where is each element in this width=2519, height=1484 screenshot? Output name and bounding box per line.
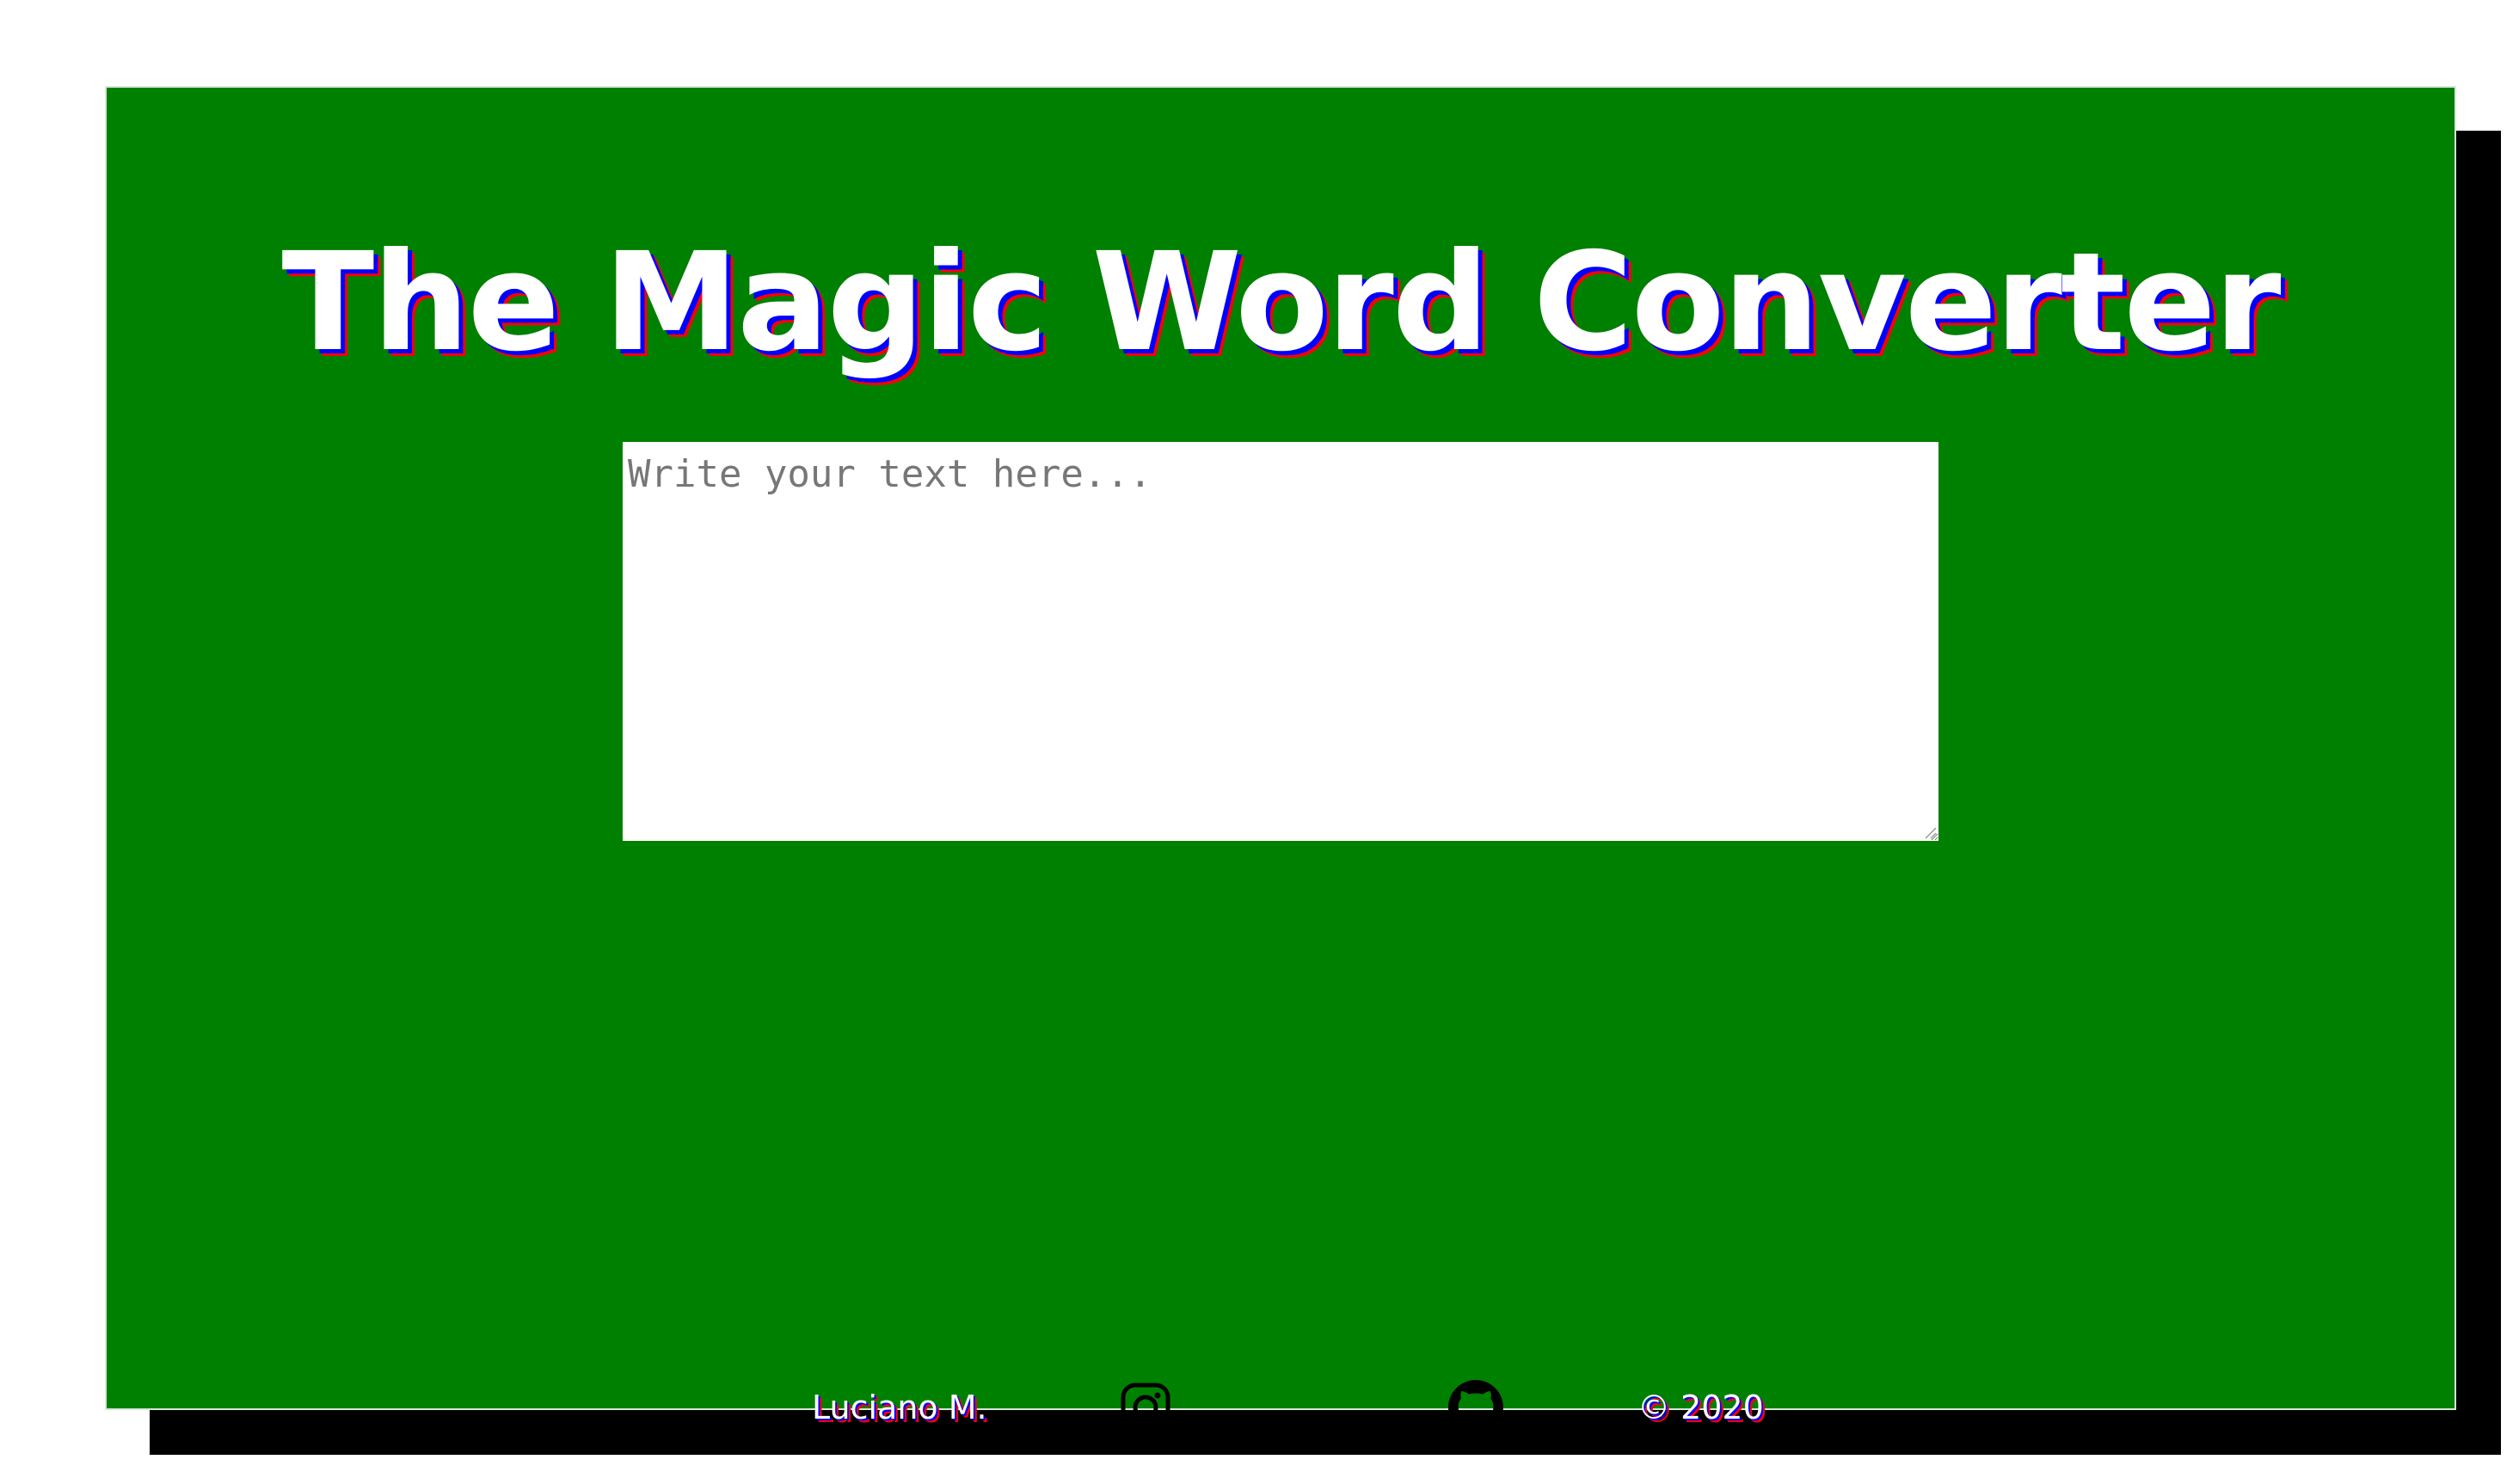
- author-name: Luciano M.: [812, 1389, 987, 1426]
- footer: Luciano M. © 2020: [107, 1377, 2454, 1438]
- github-icon: [1448, 1380, 1503, 1434]
- instagram-link[interactable]: [1118, 1380, 1173, 1435]
- text-input-container: [623, 442, 1938, 841]
- page-title: The Magic Word Converter: [281, 224, 2281, 382]
- github-link[interactable]: [1448, 1380, 1503, 1435]
- text-input[interactable]: [623, 442, 1938, 841]
- instagram-icon: [1121, 1383, 1170, 1432]
- copyright-text: © 2020: [1637, 1389, 1764, 1426]
- main-card: The Magic Word Converter Luciano M. © 20…: [105, 86, 2456, 1434]
